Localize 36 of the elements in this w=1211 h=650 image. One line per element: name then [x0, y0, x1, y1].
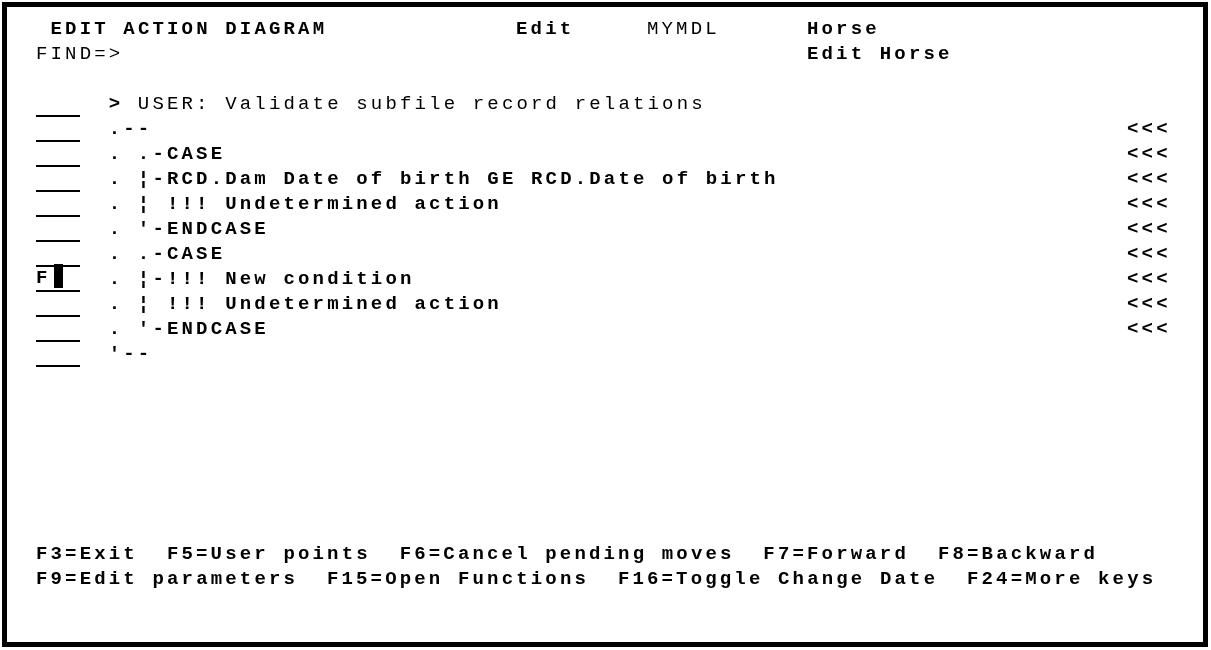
action-diagram-line: . ¦ !!! Undetermined action: [108, 292, 502, 317]
end-marker: <<<: [1127, 142, 1171, 167]
function-key-hint: F6=Cancel pending moves: [399, 542, 735, 567]
model-name: MYMDL: [646, 17, 720, 42]
end-marker: <<<: [1127, 217, 1171, 242]
function-key-hint: F8=Backward: [937, 542, 1099, 567]
end-marker: <<<: [1127, 117, 1171, 142]
object-name: Horse: [807, 17, 880, 42]
action-diagram-line: . .-CASE: [108, 242, 226, 267]
end-marker: <<<: [1127, 267, 1171, 292]
screen-title: EDIT ACTION DIAGRAM: [50, 17, 328, 42]
function-key-hint: F3=Exit: [36, 542, 138, 567]
end-marker: <<<: [1127, 192, 1171, 217]
function-name: Edit Horse: [807, 42, 953, 67]
action-diagram-line: . ¦-!!! New condition: [108, 267, 415, 292]
end-marker: <<<: [1127, 242, 1171, 267]
action-diagram-line: > USER: Validate subfile record relations: [108, 92, 706, 117]
end-marker: <<<: [1127, 317, 1171, 342]
action-diagram-line: '--: [108, 342, 153, 367]
action-diagram-line: . .-CASE: [108, 142, 226, 167]
function-key-hint: F5=User points: [166, 542, 371, 567]
action-diagram-line: . '-ENDCASE: [108, 317, 269, 342]
mode-label: Edit: [516, 17, 575, 42]
function-key-hint: F24=More keys: [967, 567, 1157, 592]
end-marker: <<<: [1127, 167, 1171, 192]
function-key-hint: F9=Edit parameters: [36, 567, 299, 592]
action-diagram-line: . ¦-RCD.Dam Date of birth GE RCD.Date of birth: [108, 167, 779, 192]
find-prompt: FIND=>: [36, 42, 124, 67]
function-key-hint: F16=Toggle Change Date: [617, 567, 939, 592]
action-diagram-line: . '-ENDCASE: [108, 217, 269, 242]
function-key-hint: F7=Forward: [763, 542, 909, 567]
action-diagram-line: .--: [108, 117, 153, 142]
end-marker: <<<: [1127, 292, 1171, 317]
input-field[interactable]: F: [36, 267, 80, 292]
action-diagram-line: . ¦ !!! Undetermined action: [108, 192, 502, 217]
function-key-hint: F15=Open Functions: [326, 567, 590, 592]
